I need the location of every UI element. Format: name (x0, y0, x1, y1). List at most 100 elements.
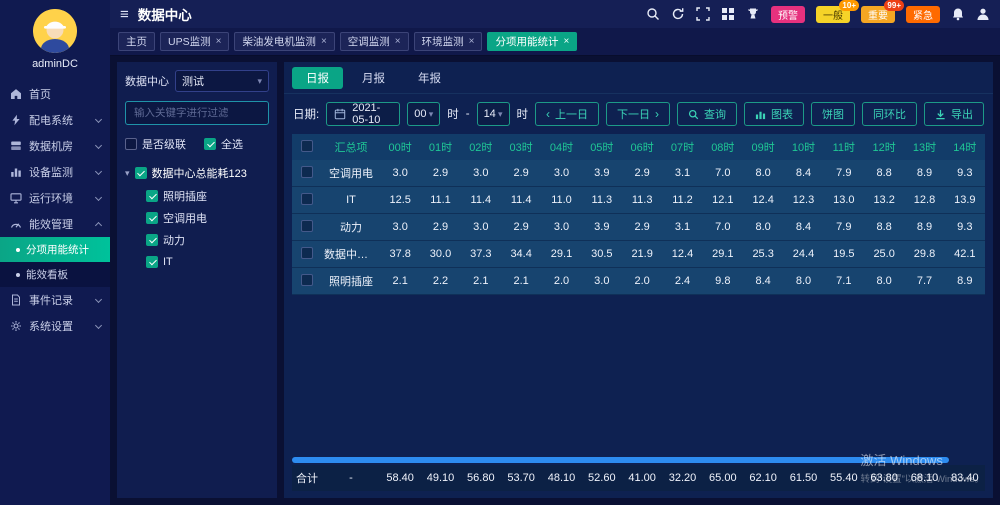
export-label: 导出 (951, 106, 973, 122)
row-checkbox[interactable] (301, 193, 313, 205)
fullscreen-icon[interactable] (696, 7, 710, 21)
table-cell: 11时 (824, 139, 864, 155)
sidebar-item-label: 设备监测 (29, 164, 96, 180)
prev-day-button[interactable]: ‹上一日 (535, 102, 599, 126)
query-label: 查询 (704, 106, 726, 122)
chart-button[interactable]: 图表 (744, 102, 804, 126)
sidebar-item-配电系统[interactable]: 配电系统 (0, 107, 110, 133)
date-input[interactable]: 2021-05-10 (326, 102, 400, 126)
grid-icon[interactable] (721, 7, 735, 21)
sidebar-item-设备监测[interactable]: 设备监测 (0, 159, 110, 185)
row-checkbox[interactable] (301, 220, 313, 232)
cascade-checkbox[interactable]: 是否级联 (125, 136, 186, 152)
tab-年报[interactable]: 年报 (404, 67, 455, 89)
table-cell: 2.1 (461, 275, 501, 287)
row-checkbox[interactable] (301, 247, 313, 259)
next-day-button[interactable]: 下一日› (606, 102, 670, 126)
table-cell: 12.3 (783, 194, 823, 206)
table-cell: 14时 (945, 139, 985, 155)
sidebar-item-label: 首页 (29, 86, 101, 102)
sidebar-item-运行环境[interactable]: 运行环境 (0, 185, 110, 211)
refresh-icon[interactable] (671, 7, 685, 21)
page-tab-UPS监测[interactable]: UPS监测 × (160, 32, 229, 51)
compare-label: 同环比 (873, 106, 906, 122)
checkbox-checked-icon[interactable] (135, 167, 147, 179)
table-cell: 2.1 (501, 275, 541, 287)
tab-日报[interactable]: 日报 (292, 67, 343, 89)
chevron-right-icon: › (655, 108, 659, 120)
export-button[interactable]: 导出 (924, 102, 984, 126)
page-tab-分项用能统计[interactable]: 分项用能统计× (487, 32, 577, 51)
tree-node-照明插座[interactable]: 照明插座 (146, 185, 269, 207)
checkbox-checked-icon[interactable] (146, 212, 158, 224)
table-cell: 13.9 (945, 194, 985, 206)
bar-chart-icon (755, 109, 766, 120)
page-tab-环境监测[interactable]: 环境监测× (414, 32, 483, 51)
row-checkbox[interactable] (301, 140, 313, 152)
tree-children: 照明插座空调用电动力IT (125, 185, 269, 273)
sidebar-item-事件记录[interactable]: 事件记录 (0, 287, 110, 313)
sidebar-item-能效管理[interactable]: 能效管理 (0, 211, 110, 237)
hour-to-select[interactable]: 14 ▾ (477, 102, 510, 126)
trophy-icon[interactable] (746, 7, 760, 21)
close-icon[interactable]: × (321, 37, 327, 47)
search-icon[interactable] (646, 7, 660, 21)
checkbox-checked-icon[interactable] (146, 256, 158, 268)
table-cell: 12.1 (703, 194, 743, 206)
datacenter-select[interactable]: 测试 ▾ (175, 70, 269, 92)
tree-filter-input[interactable] (125, 101, 269, 125)
page-tab-主页[interactable]: 主页 (118, 32, 155, 51)
table-cell: 8.4 (743, 275, 783, 287)
horizontal-scrollbar[interactable] (292, 457, 949, 463)
page-tab-柴油发电机监测[interactable]: 柴油发电机监测× (234, 32, 334, 51)
table-cell: 24.4 (783, 248, 823, 260)
close-icon[interactable]: × (395, 37, 401, 47)
sidebar-subitem-分项用能统计[interactable]: 分项用能统计 (0, 237, 110, 262)
avatar[interactable] (33, 9, 77, 53)
table-cell: 9.8 (703, 275, 743, 287)
chevron-down-icon (95, 167, 102, 174)
hamburger-icon[interactable]: ≡ (120, 7, 129, 22)
tab-月报[interactable]: 月报 (348, 67, 399, 89)
caret-down-icon[interactable]: ▾ (125, 168, 130, 179)
tree-node-动力[interactable]: 动力 (146, 229, 269, 251)
row-checkbox[interactable] (301, 274, 313, 286)
bell-icon[interactable] (951, 7, 965, 21)
page-tab-空调监测[interactable]: 空调监测× (340, 32, 409, 51)
sidebar-item-系统设置[interactable]: 系统设置 (0, 313, 110, 339)
close-icon[interactable]: × (469, 37, 475, 47)
alarm-important-pill[interactable]: 重要99+ (861, 6, 895, 23)
pie-button[interactable]: 饼图 (811, 102, 855, 126)
close-icon[interactable]: × (563, 37, 569, 47)
table-cell: 37.8 (380, 248, 420, 260)
tree-node-IT[interactable]: IT (146, 251, 269, 273)
checkbox-checked-icon[interactable] (146, 190, 158, 202)
monitor-icon (9, 192, 23, 204)
report-tabs: 日报月报年报 (284, 62, 993, 94)
table-cell: 02时 (461, 139, 501, 155)
page-tab-label: UPS监测 (168, 34, 211, 49)
compare-button[interactable]: 同环比 (862, 102, 917, 126)
alarm-general-pill[interactable]: 一般10+ (816, 6, 850, 23)
row-checkbox[interactable] (301, 166, 313, 178)
chevron-down-icon (95, 193, 102, 200)
table-cell: 13时 (904, 139, 944, 155)
table-cell: - (322, 472, 380, 484)
tree-node-空调用电[interactable]: 空调用电 (146, 207, 269, 229)
table-row: 照明插座2.12.22.12.12.03.02.02.49.88.48.07.1… (292, 268, 985, 295)
user-icon[interactable] (976, 7, 990, 21)
alarm-urgent-pill[interactable]: 紧急 (906, 6, 940, 23)
table-cell: 56.80 (461, 472, 501, 484)
sidebar-item-数据机房[interactable]: 数据机房 (0, 133, 110, 159)
sidebar-subitem-能效看板[interactable]: 能效看板 (0, 262, 110, 287)
table-cell: 8.0 (864, 275, 904, 287)
warning-pill[interactable]: 预警 (771, 6, 805, 23)
checkbox-checked-icon[interactable] (146, 234, 158, 246)
table-header-row: 汇总项00时01时02时03时04时05时06时07时08时09时10时11时1… (292, 134, 985, 160)
close-icon[interactable]: × (216, 37, 222, 47)
sidebar-item-首页[interactable]: 首页 (0, 81, 110, 107)
tree-root-node[interactable]: ▾ 数据中心总能耗123 (125, 161, 269, 185)
query-button[interactable]: 查询 (677, 102, 737, 126)
hour-from-select[interactable]: 00 ▾ (407, 102, 440, 126)
select-all-checkbox[interactable]: 全选 (204, 136, 243, 152)
